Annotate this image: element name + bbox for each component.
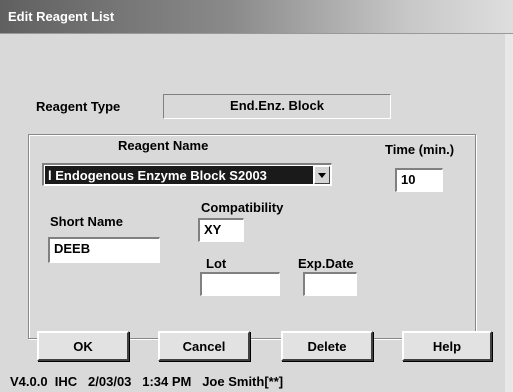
compatibility-input[interactable]: XY (198, 218, 244, 242)
exp-date-input[interactable] (303, 272, 357, 296)
dropdown-button[interactable] (314, 166, 330, 184)
reagent-type-value: End.Enz. Block (163, 94, 391, 119)
chevron-down-icon (318, 172, 326, 178)
cancel-button[interactable]: Cancel (158, 331, 250, 361)
exp-date-label: Exp.Date (298, 256, 354, 271)
delete-button[interactable]: Delete (281, 331, 373, 361)
time-label: Time (min.) (385, 142, 455, 157)
compatibility-label: Compatibility (201, 200, 284, 215)
short-name-input[interactable]: DEEB (48, 237, 160, 263)
short-name-label: Short Name (50, 214, 123, 229)
ok-button[interactable]: OK (37, 331, 129, 361)
reagent-name-label: Reagent Name (118, 138, 209, 153)
lot-label: Lot (206, 256, 227, 271)
help-button[interactable]: Help (402, 331, 492, 361)
status-bar: V4.0.0 IHC 2/03/03 1:34 PM Joe Smith[**] (10, 374, 284, 389)
reagent-name-selected: l Endogenous Enzyme Block S2003 (45, 166, 313, 184)
lot-input[interactable] (200, 272, 280, 296)
reagent-type-label: Reagent Type (36, 99, 121, 114)
time-input[interactable]: 10 (395, 168, 443, 192)
dialog-body: Reagent Type End.Enz. Block Reagent Name… (0, 34, 513, 392)
reagent-name-combobox[interactable]: l Endogenous Enzyme Block S2003 (42, 163, 332, 186)
title-bar: Edit Reagent List (0, 0, 513, 34)
window-title: Edit Reagent List (8, 9, 115, 24)
